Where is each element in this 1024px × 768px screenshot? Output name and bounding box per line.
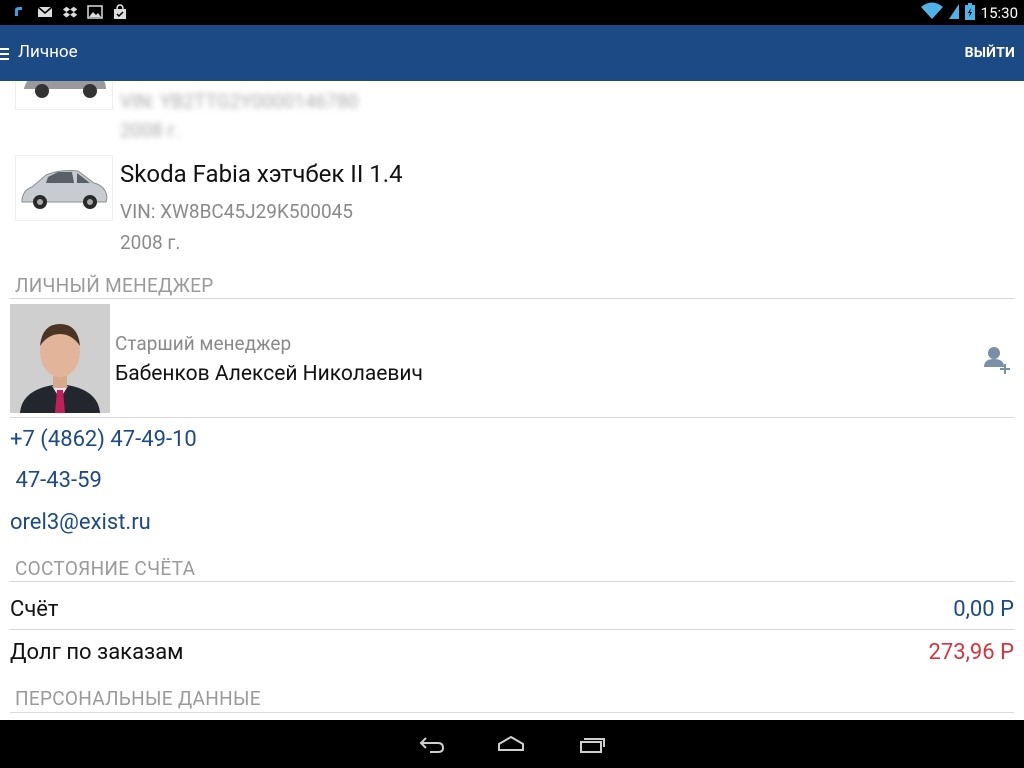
page-title[interactable]: Личное — [18, 42, 78, 62]
divider — [10, 712, 1014, 713]
navigation-bar — [0, 720, 1024, 768]
car-year: 2008 г. — [120, 119, 181, 142]
manager-avatar — [10, 304, 110, 413]
gallery-icon — [87, 4, 103, 20]
account-balance-value: 0,00 Р — [953, 597, 1014, 622]
notification-icons — [12, 4, 128, 20]
signal-icon — [948, 2, 959, 24]
divider — [10, 581, 1014, 582]
status-bar: 15:30 — [0, 0, 1024, 25]
car-vin: VIN: YB2TTG2Y0000146780 — [120, 90, 359, 113]
car-vin: VIN: XW8BC45J29K500045 — [120, 200, 353, 223]
phone-link-secondary[interactable]: 47-43-59 — [10, 468, 101, 493]
add-contact-icon[interactable] — [982, 343, 1014, 375]
recent-apps-button-icon[interactable] — [578, 732, 606, 756]
wifi-icon — [920, 2, 943, 24]
profile-content[interactable]: VIN: YB2TTG2Y0000146780 2008 г. Skoda Fa… — [0, 81, 1024, 720]
hamburger-menu-icon[interactable] — [0, 46, 10, 60]
dropbox-icon — [62, 4, 78, 20]
system-status: 15:30 — [920, 2, 1018, 24]
divider — [10, 298, 1014, 299]
logout-button[interactable]: ВЫЙТИ — [965, 45, 1015, 61]
section-header-personal: ПЕРСОНАЛЬНЫЕ ДАННЫЕ — [15, 687, 261, 710]
car-thumbnail — [15, 155, 113, 221]
battery-icon — [964, 2, 975, 24]
divider — [10, 629, 1014, 630]
manager-role: Старший менеджер — [115, 332, 292, 355]
car-title[interactable]: Skoda Fabia хэтчбек II 1.4 — [120, 160, 403, 188]
section-header-manager: ЛИЧНЫЙ МЕНЕДЖЕР — [15, 274, 214, 297]
clock: 15:30 — [980, 4, 1018, 22]
car-image — [24, 81, 106, 98]
manager-name: Бабенков Алексей Николаевич — [115, 362, 423, 386]
order-debt-value: 273,96 Р — [928, 640, 1015, 665]
section-header-account: СОСТОЯНИЕ СЧЁТА — [15, 557, 196, 580]
car-image — [21, 170, 108, 209]
app-bar: Личное ВЫЙТИ — [0, 25, 1024, 81]
chat-bubble-icon — [12, 4, 28, 20]
car-thumbnail — [15, 81, 113, 110]
order-debt-label: Долг по заказам — [10, 640, 184, 665]
car-year: 2008 г. — [120, 231, 181, 254]
shopping-bag-icon — [112, 4, 128, 20]
email-link[interactable]: orel3@exist.ru — [10, 510, 151, 535]
home-button-icon[interactable] — [497, 732, 525, 756]
gmail-icon — [37, 4, 53, 20]
divider — [10, 417, 1014, 418]
back-button-icon[interactable] — [418, 732, 446, 756]
phone-link-primary[interactable]: +7 (4862) 47-49-10 — [10, 427, 197, 452]
account-balance-label: Счёт — [10, 597, 59, 622]
